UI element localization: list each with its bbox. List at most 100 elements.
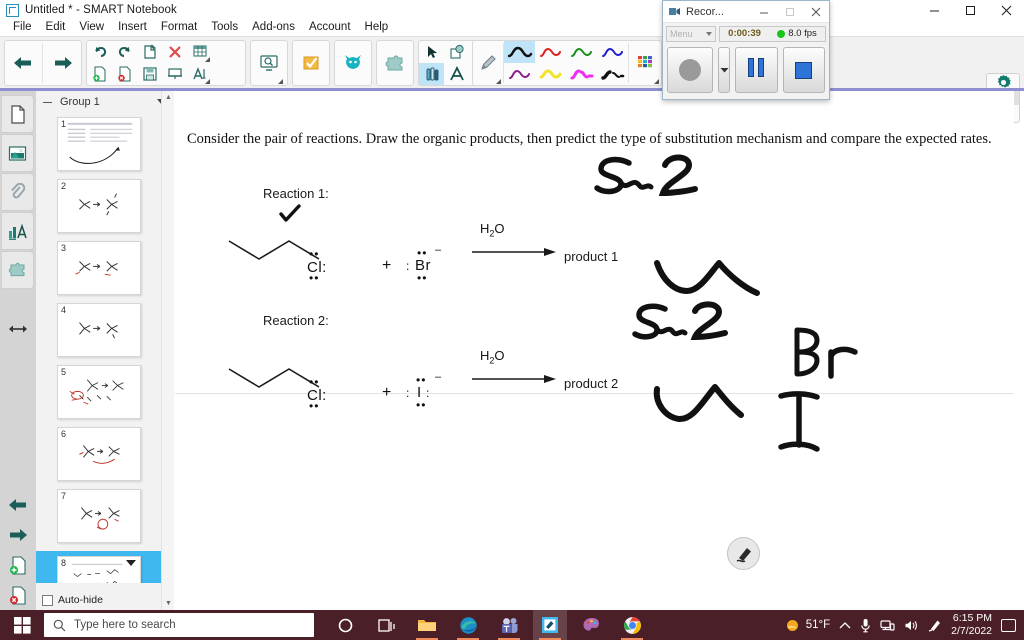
menu-help[interactable]: Help [358,19,396,36]
response-check-icon[interactable] [295,41,327,85]
rail-forward-arrow-icon[interactable] [0,520,36,550]
pen-menu-icon[interactable] [928,618,942,632]
forward-arrow-icon[interactable] [47,41,79,85]
recorder-window[interactable]: Recor... Menu 0:00:39 8.0 fps [662,0,830,100]
delete-icon[interactable] [162,41,187,63]
pen-red-icon[interactable] [535,41,566,63]
taskbar-clock[interactable]: 6:15 PM 2/7/2022 [951,612,992,638]
task-view-icon[interactable] [369,610,403,640]
close-button[interactable] [988,0,1024,20]
list-item[interactable]: 7 [36,489,162,543]
color-palette-icon[interactable] [629,41,661,85]
minimize-button[interactable] [916,0,952,20]
notebook-canvas[interactable]: Consider the pair of reactions. Draw the… [175,91,1014,610]
menu-edit[interactable]: Edit [39,19,73,36]
list-item[interactable]: 1 [36,117,162,171]
pen-blue-icon[interactable] [597,41,628,63]
paperclip-icon[interactable] [2,173,34,211]
menu-view[interactable]: View [72,19,111,36]
menu-tools[interactable]: Tools [204,19,245,36]
autohide-checkbox[interactable] [42,594,53,606]
page-icon[interactable] [2,95,34,133]
menu-addons[interactable]: Add-ons [245,19,302,36]
calligraphy-icon[interactable] [597,63,628,85]
notification-icon[interactable] [1001,618,1016,632]
minus-icon[interactable] [42,97,53,108]
microphone-icon[interactable] [860,618,871,633]
pens-icon[interactable] [419,63,444,85]
save-icon[interactable] [137,63,162,85]
menu-insert[interactable]: Insert [111,19,154,36]
record-button[interactable] [667,47,714,93]
canvas-scrollbar[interactable]: ▲ ▼ [161,91,174,610]
record-options-button[interactable] [718,47,731,93]
chevron-up-icon[interactable] [839,621,851,630]
pause-button[interactable] [735,47,778,93]
add-page-icon[interactable] [87,63,112,85]
chevron-down-icon[interactable] [706,31,712,36]
new-page-icon[interactable] [137,41,162,63]
screen-capture-icon[interactable] [253,41,285,85]
microsoft-edge-icon[interactable] [451,610,485,640]
network-icon[interactable] [880,619,895,632]
stop-button[interactable] [782,47,825,93]
page-thumbnail-5[interactable]: 5 [57,365,141,419]
recorder-menu-dropdown[interactable]: Menu [666,25,716,42]
pencil-icon[interactable] [473,41,503,85]
menu-format[interactable]: Format [154,19,204,36]
image-icon[interactable] [2,134,34,172]
shape-icon[interactable] [444,41,469,63]
pen-yellow-icon[interactable] [535,63,566,85]
table-icon[interactable] [187,41,212,63]
list-item[interactable]: 4 [36,303,162,357]
chevron-up-icon[interactable]: ▲ [162,91,175,104]
recorder-close-button[interactable] [803,1,829,23]
undo-icon[interactable] [87,41,112,63]
page-thumbnail-1[interactable]: 1 [57,117,141,171]
autohide-row[interactable]: Auto-hide [42,594,103,606]
page-thumbnail-2[interactable]: 2 [57,179,141,233]
delete-page-icon[interactable] [112,63,137,85]
paint-3d-icon[interactable] [574,610,608,640]
page-thumbnail-7[interactable]: 7 [57,489,141,543]
google-chrome-icon[interactable] [615,610,649,640]
pen-black-icon[interactable] [504,41,536,63]
list-item[interactable]: 5 [36,365,162,419]
highlighter-magenta-icon[interactable] [566,63,597,85]
menu-file[interactable]: File [6,19,39,36]
weather-widget[interactable]: 51°F [785,618,830,633]
screen-shade-icon[interactable] [162,63,187,85]
file-explorer-icon[interactable] [410,610,444,640]
list-item[interactable]: 3 [36,241,162,295]
back-arrow-icon[interactable] [7,41,39,85]
cortana-icon[interactable] [328,610,362,640]
page-thumbnail-8[interactable]: 8 [57,556,141,583]
search-input[interactable]: Type here to search [44,613,314,637]
rail-delete-page-icon[interactable] [0,580,36,610]
text-tool-icon[interactable] [444,63,469,85]
volume-icon[interactable] [904,619,919,632]
group-header[interactable]: Group 1 [36,91,173,113]
page-thumbnail-6[interactable]: 6 [57,427,141,481]
puzzle-icon[interactable] [2,251,34,289]
list-item-selected[interactable]: 8 [36,551,162,583]
pen-green-icon[interactable] [566,41,597,63]
page-thumbnail-4[interactable]: 4 [57,303,141,357]
maximize-button[interactable] [952,0,988,20]
select-arrow-icon[interactable] [419,41,444,63]
list-item[interactable]: 2 [36,179,162,233]
thumbnail-list[interactable]: 1 2 3 4 5 6 7 8 [36,113,162,583]
list-item[interactable]: 6 [36,427,162,481]
properties-icon[interactable] [2,212,34,250]
pen-circle-icon[interactable] [727,537,760,570]
smart-notebook-icon[interactable] [533,610,567,640]
menu-account[interactable]: Account [302,19,358,36]
puzzle-piece-icon[interactable] [379,41,411,85]
text-icon[interactable] [187,63,212,85]
rail-add-page-icon[interactable] [0,550,36,580]
teams-icon[interactable] [492,610,526,640]
chevron-down-icon[interactable]: ▼ [162,597,175,610]
redo-icon[interactable] [112,41,137,63]
windows-start-icon[interactable] [0,610,44,640]
resize-width-icon[interactable] [0,314,36,344]
